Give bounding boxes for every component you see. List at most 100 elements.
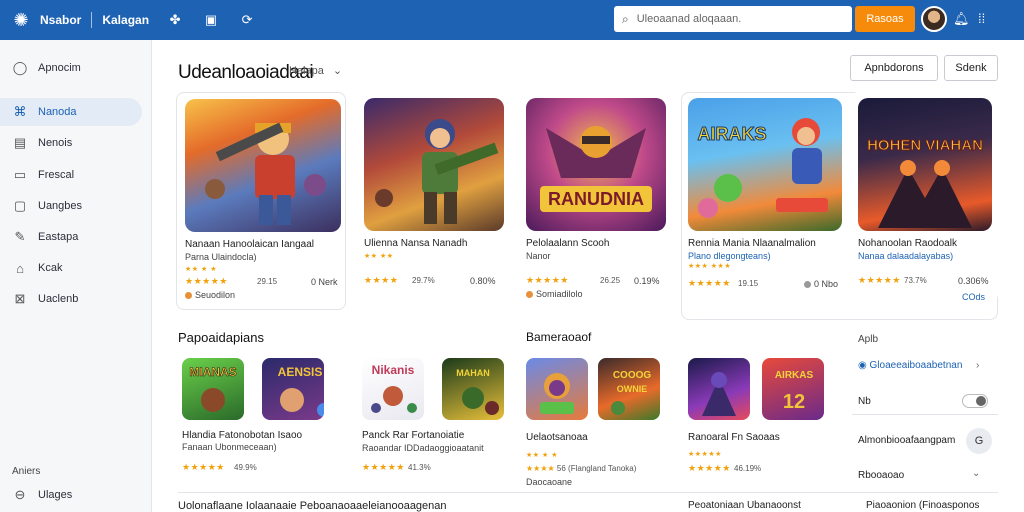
- svg-text:AENSIS: AENSIS: [278, 365, 323, 379]
- sidebar-item-label: Nenois: [38, 137, 73, 149]
- extra-info: 0.19%: [634, 276, 660, 286]
- avatar[interactable]: [921, 6, 947, 32]
- monitor-icon: ▢: [13, 198, 27, 213]
- sidebar-item-label: Eastapa: [38, 231, 79, 243]
- search-input[interactable]: [636, 13, 837, 25]
- bottom-item[interactable]: Uolonaflaane Iolaanaaie Peboanaoaaeleian…: [178, 500, 447, 512]
- divider: [852, 414, 998, 415]
- panel-link[interactable]: ◉ Gloaeeaiboaabetnan: [858, 360, 962, 371]
- sidebar-item-kcak[interactable]: ⌂ Kcak: [0, 254, 142, 282]
- section-title: Papoaidapians: [178, 330, 265, 345]
- photo-icon[interactable]: ▣: [203, 12, 219, 28]
- sidebar-item-frescal[interactable]: ▭ Frescal: [0, 161, 142, 189]
- publisher-label: Seuodilon: [195, 290, 236, 300]
- sidebar-item-label: Uaclenb: [38, 293, 79, 305]
- note-icon: ▤: [13, 135, 27, 150]
- apps-grid-icon[interactable]: ⁞⁞: [978, 11, 985, 26]
- small-stars: ★★ ★ ★: [185, 266, 217, 273]
- secondary-button[interactable]: Sdenk: [944, 55, 998, 81]
- extra-info: 0.80%: [470, 276, 496, 286]
- svg-text:MAHAN: MAHAN: [456, 368, 490, 378]
- sidebar-item-nanoda[interactable]: ⌘ Nanoda: [0, 98, 142, 126]
- filter-label: Halapa: [289, 65, 324, 77]
- game-card[interactable]: Ulienna Nansa Nanadh ★★ ★★ ★★★★ 29.7% 0.…: [356, 92, 512, 302]
- sidebar-item-uangbes[interactable]: ▢ Uangbes: [0, 192, 142, 220]
- game-subtitle: Nanor: [526, 251, 551, 261]
- game-thumbnail[interactable]: COOOG OWNIE: [598, 358, 660, 420]
- divider: [178, 492, 998, 493]
- star-rating: ★★★★★: [362, 462, 405, 472]
- sidebar-item-ulages[interactable]: ⊖ Ulages: [0, 481, 142, 509]
- game-card[interactable]: RANUDNIA Pelolaalann Scooh Nanor ★★★★★ 2…: [518, 92, 674, 302]
- game-art-icon: [205, 122, 326, 225]
- sidebar-item-label: Frescal: [38, 169, 75, 181]
- star-rating: ★★★★: [364, 275, 399, 285]
- rating-value: 41.3%: [408, 463, 431, 472]
- sidebar-item-label: Nanoda: [38, 106, 77, 118]
- star-icon: ★★★★: [526, 464, 557, 473]
- game-title: Nanaan Hanoolaican Iangaal: [185, 239, 314, 250]
- star-rating: ★★★★★: [858, 275, 901, 285]
- rating-value: 73.7%: [904, 276, 927, 285]
- game-card[interactable]: Nanaan Hanoolaican Iangaal Parna Ulaindo…: [176, 92, 346, 310]
- game-art-icon: MAHAN: [456, 368, 499, 415]
- game-thumbnail[interactable]: MIANAS: [182, 358, 244, 420]
- game-thumbnail[interactable]: [526, 358, 588, 420]
- game-title: Panck Rar Fortanoiatie: [362, 430, 465, 441]
- svg-text:MIANAS: MIANAS: [189, 365, 236, 379]
- brand-name[interactable]: Nsabor: [40, 13, 81, 27]
- game-thumbnail: [185, 99, 341, 232]
- more-icon[interactable]: ›: [976, 360, 979, 371]
- svg-text:Nikanis: Nikanis: [372, 363, 415, 377]
- chevron-down-icon: ⌄: [332, 65, 343, 77]
- svg-text:AIRKAS: AIRKAS: [775, 370, 814, 381]
- apply-button[interactable]: Apnbdorons: [850, 55, 938, 81]
- rating-value: 49.9%: [234, 463, 257, 472]
- sidebar-item-apnocim[interactable]: ◯ Apnocim: [0, 54, 142, 82]
- game-art-icon: AIRKAS 12: [775, 370, 814, 413]
- game-thumbnail[interactable]: [688, 358, 750, 420]
- filter-dropdown[interactable]: Halapa ⌄: [289, 64, 342, 77]
- sidebar-item-eastapa[interactable]: ✎ Eastapa: [0, 223, 142, 251]
- sidebar-item-nenois[interactable]: ▤ Nenois: [0, 129, 142, 157]
- game-thumbnail: RANUDNIA: [526, 98, 666, 231]
- game-thumbnail[interactable]: AIRKAS 12: [762, 358, 824, 420]
- bottom-item[interactable]: Piaoaonion (Finoasponos: [866, 500, 979, 511]
- game-thumbnail[interactable]: MAHAN: [442, 358, 504, 420]
- folder-icon: ▭: [13, 167, 27, 182]
- game-subtitle: Nanaa dalaadalayabas): [858, 251, 954, 261]
- brand-secondary[interactable]: Kalagan: [102, 13, 149, 27]
- game-thumbnail: HOHEN VIAHAN: [858, 98, 992, 231]
- sidebar-item-uaclenb[interactable]: ⊠ Uaclenb: [0, 285, 142, 313]
- rating-value: 29.7%: [412, 276, 435, 285]
- game-thumbnail[interactable]: AENSIS: [262, 358, 324, 420]
- edit-icon: ✎: [14, 229, 26, 244]
- svg-text:12: 12: [783, 391, 805, 413]
- toggle-icon: ⊖: [14, 487, 26, 502]
- game-card[interactable]: HOHEN VIAHAN Nohanoolan Raodoalk Nanaa d…: [850, 92, 998, 302]
- close-box-icon: ⊠: [14, 291, 26, 306]
- publisher-label: Somiadilolo: [536, 289, 583, 299]
- primary-action-button[interactable]: Rasoas: [855, 6, 915, 32]
- panel-round-button[interactable]: G: [966, 428, 992, 454]
- search-box[interactable]: ⌕: [614, 6, 852, 32]
- game-subtitle: Raoandar IDDadaoggioaatanit: [362, 443, 484, 453]
- star-rating: ★★★★★: [526, 275, 569, 285]
- game-thumbnail[interactable]: Nikanis: [362, 358, 424, 420]
- puzzle-icon[interactable]: ✤: [167, 12, 183, 28]
- game-title: Ulienna Nansa Nanadh: [364, 238, 468, 249]
- panel-label: Rbooaoao: [858, 470, 905, 481]
- search-icon: ⌕: [622, 11, 629, 26]
- game-thumbnail: [364, 98, 504, 231]
- home-icon: ⌂: [16, 260, 24, 276]
- bell-icon[interactable]: 🔔︎: [953, 11, 970, 27]
- bottom-item[interactable]: Peoatoniaan Ubanaoonst: [688, 500, 801, 511]
- chevron-down-icon[interactable]: ⌄: [972, 468, 980, 479]
- game-art-icon: AENSIS: [278, 365, 324, 417]
- panel-toggle[interactable]: [962, 394, 988, 408]
- refresh-icon[interactable]: ⟳: [239, 12, 255, 28]
- small-stars: ★★ ★ ★: [526, 452, 558, 459]
- publisher-label: COds: [962, 292, 986, 302]
- sidebar-item-label: Uangbes: [38, 200, 83, 212]
- publisher-label: Daocaoane: [526, 477, 573, 487]
